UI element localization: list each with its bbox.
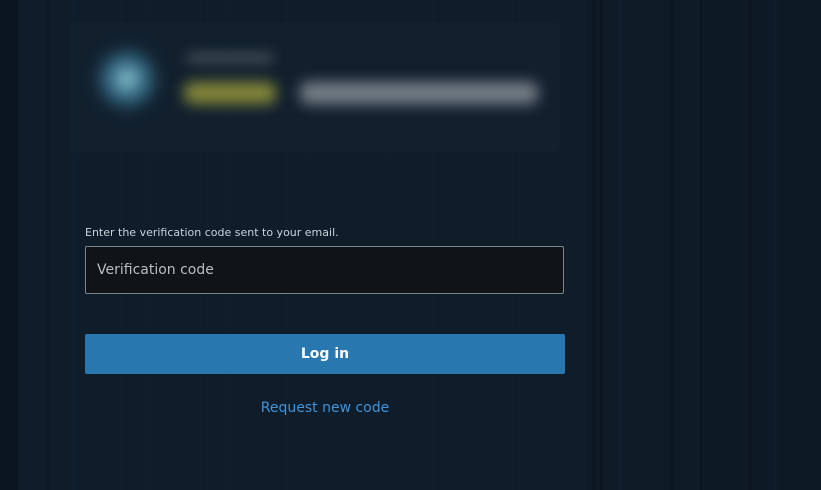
- brand-logo-wordmark: [184, 82, 276, 104]
- brand-logo-subtitle: [300, 82, 538, 104]
- log-in-button[interactable]: Log in: [85, 334, 565, 374]
- background-streak: [700, 0, 702, 490]
- brand-logo-tagline: [186, 52, 274, 64]
- verification-code-input[interactable]: [85, 246, 564, 294]
- background-streak: [600, 0, 603, 490]
- brand-logo-icon: [92, 44, 162, 114]
- verification-instruction: Enter the verification code sent to your…: [85, 226, 339, 239]
- background-streak: [0, 0, 18, 490]
- request-new-code-link[interactable]: Request new code: [85, 400, 565, 416]
